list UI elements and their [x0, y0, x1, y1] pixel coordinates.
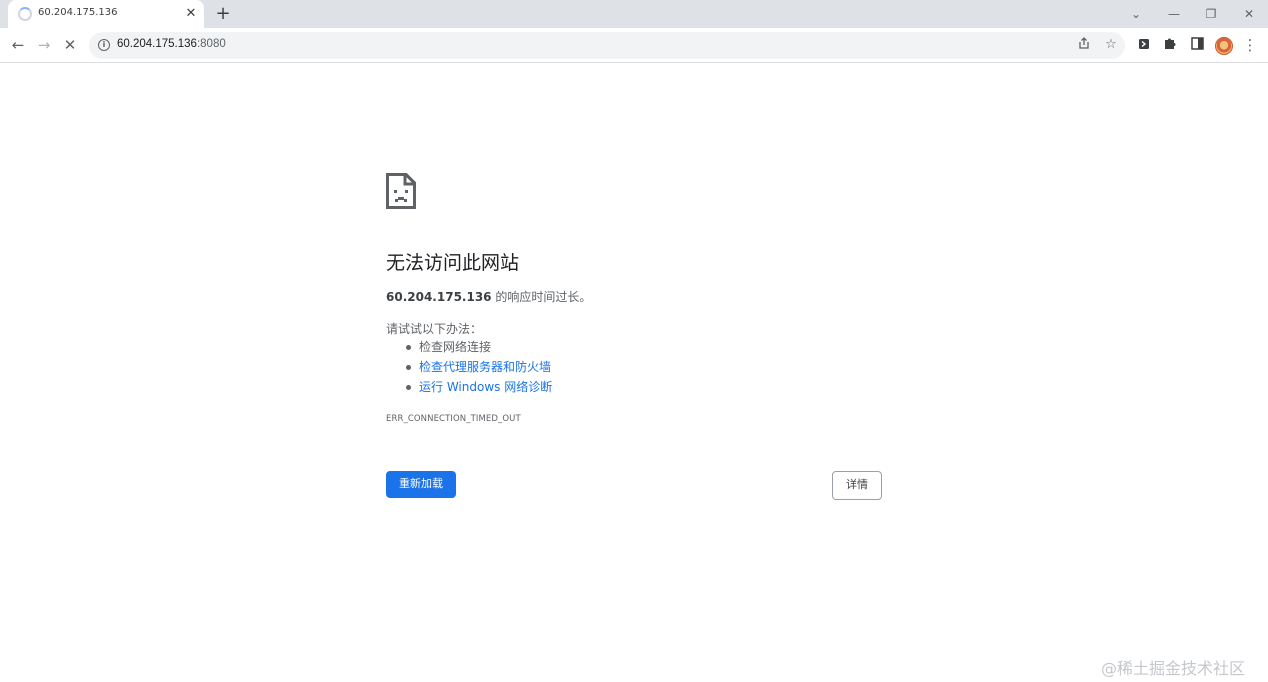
restore-button[interactable]: ❐ [1199, 4, 1223, 24]
check-proxy-link[interactable]: 检查代理服务器和防火墙 [419, 360, 551, 374]
sad-page-icon [386, 173, 416, 213]
suggestions-heading: 请试试以下办法： [386, 322, 483, 336]
url-host: 60.204.175.136 [117, 38, 197, 50]
address-bar[interactable]: i 60.204.175.136:8080 ☆ [89, 32, 1125, 59]
forward-button[interactable]: → [33, 34, 55, 56]
tab-active[interactable]: 60.204.175.136 ✕ [8, 0, 204, 28]
tab-close-icon[interactable]: ✕ [183, 6, 199, 22]
star-icon[interactable]: ☆ [1102, 36, 1120, 54]
browser-toolbar: ← → ✕ i 60.204.175.136:8080 ☆ ⋮ [0, 28, 1268, 63]
stop-loading-button[interactable]: ✕ [59, 34, 81, 56]
menu-button[interactable]: ⋮ [1239, 34, 1261, 56]
tab-title: 60.204.175.136 [38, 7, 118, 18]
suggestion-check-proxy: 检查代理服务器和防火墙 [406, 359, 552, 379]
url-text[interactable]: 60.204.175.136:8080 [117, 38, 226, 50]
puzzle-icon[interactable] [1159, 34, 1181, 56]
details-button[interactable]: 详情 [832, 471, 882, 500]
tab-strip: 60.204.175.136 ✕ + ⌄ — ❐ ✕ [0, 0, 1268, 28]
site-info-icon[interactable]: i [98, 39, 110, 51]
suggestions-list: 检查网络连接 检查代理服务器和防火墙 运行 Windows 网络诊断 [406, 339, 552, 399]
watermark: @稀土掘金技术社区 [1101, 659, 1246, 678]
extension-icon[interactable] [1133, 34, 1155, 56]
tab-search-icon[interactable]: ⌄ [1124, 4, 1148, 24]
profile-avatar[interactable] [1215, 37, 1233, 55]
loading-spinner-icon [18, 7, 32, 21]
error-message-text: 的响应时间过长。 [491, 290, 592, 304]
reload-button[interactable]: 重新加载 [386, 471, 456, 498]
side-panel-icon[interactable] [1186, 34, 1208, 56]
suggestion-check-network: 检查网络连接 [406, 339, 552, 359]
close-window-button[interactable]: ✕ [1237, 4, 1261, 24]
error-code: ERR_CONNECTION_TIMED_OUT [386, 414, 521, 424]
error-host: 60.204.175.136 [386, 290, 492, 304]
error-title: 无法访问此网站 [386, 252, 520, 274]
url-port: :8080 [196, 38, 226, 50]
suggestion-run-diagnostics: 运行 Windows 网络诊断 [406, 379, 552, 399]
minimize-button[interactable]: — [1162, 4, 1186, 24]
error-message: 60.204.175.136 的响应时间过长。 [386, 288, 591, 305]
back-button[interactable]: ← [7, 34, 29, 56]
suggestion-text: 检查网络连接 [419, 340, 492, 354]
new-tab-button[interactable]: + [213, 4, 233, 24]
run-diagnostics-link[interactable]: 运行 Windows 网络诊断 [419, 380, 552, 394]
share-icon[interactable] [1075, 36, 1093, 54]
